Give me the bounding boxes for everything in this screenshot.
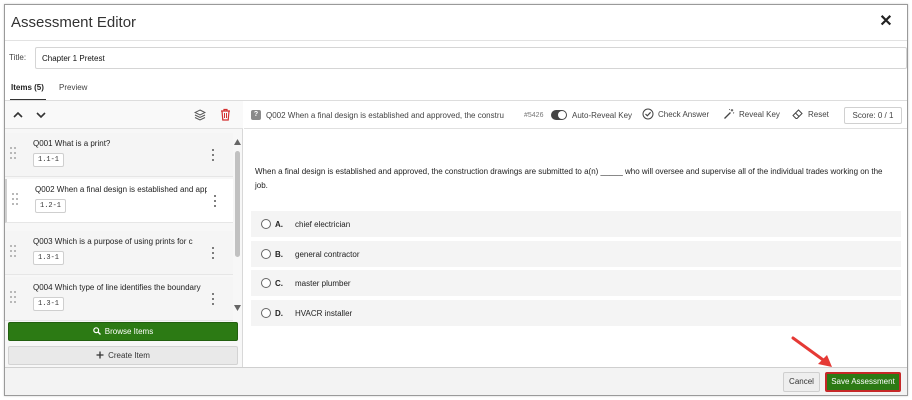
item-code: 1.3-1	[33, 251, 65, 265]
annotation-arrow-icon	[791, 336, 832, 367]
item-title: Q001 What is a print?	[33, 139, 111, 148]
list-item[interactable]: Q003 Which is a purpose of using prints …	[5, 231, 233, 275]
dialog-title: Assessment Editor	[11, 14, 137, 31]
more-options-icon[interactable]	[213, 195, 217, 207]
items-scrollbar[interactable]	[233, 137, 242, 315]
dialog-header: Assessment Editor ✕	[5, 5, 907, 41]
items-toolbar	[5, 101, 243, 129]
answer-option-c[interactable]: C. master plumber	[251, 270, 901, 296]
browse-items-button[interactable]: Browse Items	[8, 322, 238, 341]
magic-wand-icon	[724, 108, 735, 119]
answer-option-b[interactable]: B. general contractor	[251, 241, 901, 267]
question-type-icon: ?	[251, 110, 261, 120]
drag-handle-icon[interactable]	[10, 291, 17, 305]
drag-handle-icon[interactable]	[12, 193, 19, 207]
question-title: Q002 When a final design is established …	[266, 111, 504, 120]
option-text: master plumber	[295, 279, 351, 288]
item-code: 1.1-1	[33, 153, 65, 167]
more-options-icon[interactable]	[211, 293, 215, 305]
more-options-icon[interactable]	[211, 149, 215, 161]
reset-label: Reset	[808, 110, 829, 119]
list-item-selected[interactable]: Q002 When a final design is established …	[5, 179, 233, 223]
create-item-label: Create Item	[108, 351, 150, 360]
scroll-down-icon[interactable]	[234, 305, 241, 311]
option-text: HVACR installer	[295, 309, 353, 318]
dialog-footer: Cancel Save Assessment	[5, 367, 907, 395]
item-title: Q002 When a final design is established …	[35, 185, 207, 194]
scroll-up-icon[interactable]	[234, 139, 241, 145]
radio-button[interactable]	[261, 278, 271, 288]
item-code: 1.3-1	[33, 297, 65, 311]
tab-items[interactable]: Items (5)	[10, 83, 46, 101]
drag-handle-icon[interactable]	[10, 245, 17, 259]
auto-reveal-toggle[interactable]	[551, 110, 567, 120]
list-item[interactable]: Q004 Which type of line identifies the b…	[5, 277, 233, 321]
auto-reveal-label: Auto-Reveal Key	[572, 111, 633, 120]
tab-preview[interactable]: Preview	[59, 83, 87, 92]
radio-button[interactable]	[261, 308, 271, 318]
question-id: #5426	[524, 112, 544, 119]
list-item[interactable]: Q001 What is a print? 1.1-1	[5, 133, 233, 177]
items-panel: Q001 What is a print? 1.1-1 Q002 When a …	[5, 101, 243, 367]
score-display: Score: 0 / 1	[844, 107, 902, 124]
layers-icon[interactable]	[194, 109, 206, 121]
eraser-icon	[792, 109, 803, 119]
option-text: chief electrician	[295, 220, 351, 229]
question-stem: When a final design is established and a…	[255, 167, 883, 190]
answer-option-d[interactable]: D. HVACR installer	[251, 300, 901, 326]
check-circle-icon	[642, 108, 654, 120]
option-letter: A.	[275, 220, 283, 229]
reveal-key-label: Reveal Key	[739, 110, 780, 119]
radio-button[interactable]	[261, 219, 271, 229]
question-panel: ? Q002 When a final design is establishe…	[244, 101, 907, 367]
scrollbar-thumb[interactable]	[235, 151, 240, 257]
answer-option-a[interactable]: A. chief electrician	[251, 211, 901, 237]
item-title: Q003 Which is a purpose of using prints …	[33, 237, 193, 246]
option-letter: C.	[275, 279, 283, 288]
title-label: Title:	[9, 53, 27, 62]
plus-icon	[96, 351, 104, 359]
option-text: general contractor	[295, 250, 360, 259]
create-item-button[interactable]: Create Item	[8, 346, 238, 365]
radio-button[interactable]	[261, 249, 271, 259]
option-letter: B.	[275, 250, 283, 259]
reveal-key-button[interactable]: Reveal Key	[723, 108, 780, 122]
trash-icon[interactable]	[220, 108, 231, 121]
chevron-down-icon[interactable]	[36, 110, 46, 120]
check-answer-button[interactable]: Check Answer	[642, 108, 709, 122]
save-assessment-button[interactable]: Save Assessment	[825, 372, 901, 392]
item-title: Q004 Which type of line identifies the b…	[33, 283, 201, 292]
question-toolbar: ? Q002 When a final design is establishe…	[244, 101, 907, 129]
item-code: 1.2-1	[35, 199, 67, 213]
browse-items-label: Browse Items	[104, 327, 154, 336]
reset-button[interactable]: Reset	[792, 108, 829, 122]
search-icon	[92, 327, 101, 335]
title-input[interactable]	[35, 47, 907, 69]
assessment-editor-dialog: Assessment Editor ✕ Title: Items (5) Pre…	[4, 4, 908, 396]
check-answer-label: Check Answer	[658, 110, 710, 119]
cancel-button[interactable]: Cancel	[783, 372, 820, 392]
chevron-up-icon[interactable]	[13, 110, 23, 120]
option-letter: D.	[275, 309, 283, 318]
close-icon[interactable]: ✕	[877, 13, 895, 31]
drag-handle-icon[interactable]	[10, 147, 17, 161]
more-options-icon[interactable]	[211, 247, 215, 259]
